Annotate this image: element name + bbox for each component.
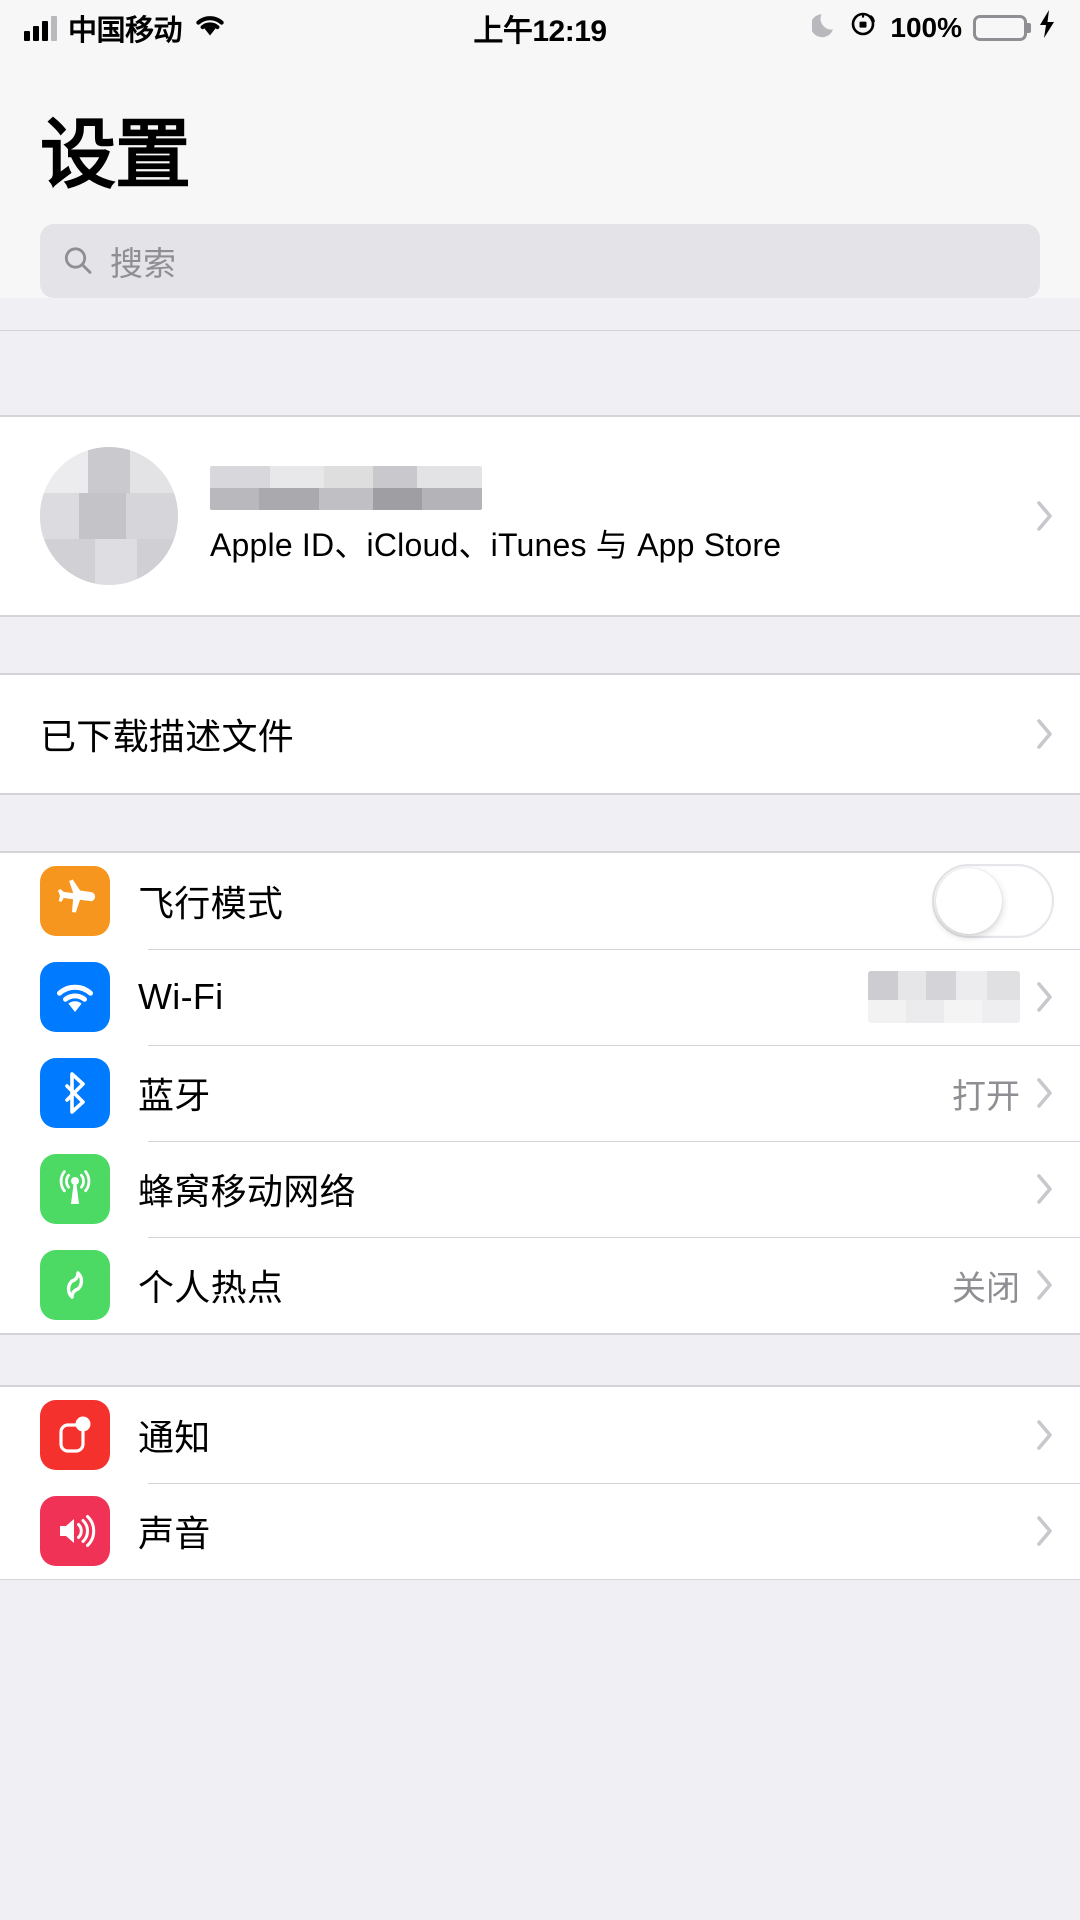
search-input[interactable]: 搜索 [40,224,1040,298]
wifi-network-name-redacted [868,971,1020,1023]
chevron-right-icon [1036,718,1054,750]
chevron-right-icon [1036,981,1054,1013]
wifi-icon [193,11,227,45]
chevron-right-icon [1036,1173,1054,1205]
apple-id-subtitle: Apple ID、iCloud、iTunes 与 App Store [210,527,782,563]
row-accessory: 打开 [952,1069,1054,1118]
settings-scroll-view[interactable]: 设置 搜索 Apple ID、iCloud、iTunes 与 App Store… [0,56,1080,1920]
section-gap [0,616,1080,674]
alerts-group: 通知 声音 [0,1386,1080,1580]
row-airplane-mode[interactable]: 飞行模式 [0,853,1080,949]
personal-hotspot-icon [40,1250,110,1320]
battery-icon [973,15,1027,41]
notifications-icon [40,1400,110,1470]
section-gap [0,330,1080,416]
account-name-redacted [210,466,482,510]
network-group: 飞行模式 Wi-Fi 蓝牙 打开 蜂窝移动网络 个人热点 关闭 [0,852,1080,1334]
cellular-signal-icon [24,15,57,41]
rotation-lock-icon [849,9,879,47]
row-label: 飞行模式 [138,883,284,924]
status-bar-left: 中国移动 [24,7,227,49]
apple-id-text: Apple ID、iCloud、iTunes 与 App Store [210,466,781,566]
page-title: 设置 [40,113,191,198]
row-label: 声音 [138,1513,211,1554]
row-downloaded-profile[interactable]: 已下载描述文件 [0,675,1080,793]
row-label: Wi-Fi [138,976,224,1017]
row-accessory [1020,1173,1054,1205]
row-bluetooth[interactable]: 蓝牙 打开 [0,1045,1080,1141]
apple-id-accessory [1036,500,1054,532]
avatar [40,447,178,585]
chevron-right-icon [1036,500,1054,532]
row-label: 已下载描述文件 [40,716,295,757]
row-value: 关闭 [952,1269,1020,1308]
row-label: 蜂窝移动网络 [138,1171,356,1212]
avatar-mosaic [40,447,178,585]
wifi-icon [40,962,110,1032]
chevron-right-icon [1036,1515,1054,1547]
section-gap [0,794,1080,852]
chevron-right-icon [1036,1077,1054,1109]
row-value: 打开 [952,1077,1020,1116]
status-bar-right: 100% [811,9,1056,47]
row-cellular[interactable]: 蜂窝移动网络 [0,1141,1080,1237]
section-gap [0,1334,1080,1386]
airplane-mode-toggle[interactable] [932,864,1054,938]
sounds-speaker-icon [40,1496,110,1566]
row-label: 蓝牙 [138,1075,211,1116]
bluetooth-icon [40,1058,110,1128]
search-icon [62,245,94,277]
battery-percent-label: 100% [890,12,962,43]
apple-id-row[interactable]: Apple ID、iCloud、iTunes 与 App Store [0,417,1080,615]
search-placeholder: 搜索 [110,245,176,282]
lightning-bolt-charging-icon [1038,9,1056,47]
chevron-right-icon [1036,1269,1054,1301]
status-bar: 中国移动 上午12:19 100% [0,0,1080,56]
row-accessory [1020,1419,1054,1451]
row-accessory: 关闭 [952,1261,1054,1310]
row-accessory [932,864,1054,938]
account-group: Apple ID、iCloud、iTunes 与 App Store [0,416,1080,616]
row-accessory [1036,718,1054,750]
row-personal-hotspot[interactable]: 个人热点 关闭 [0,1237,1080,1333]
profiles-group: 已下载描述文件 [0,674,1080,794]
settings-header: 设置 搜索 [0,56,1080,298]
row-wifi[interactable]: Wi-Fi [0,949,1080,1045]
row-label: 通知 [138,1417,211,1458]
row-notifications[interactable]: 通知 [0,1387,1080,1483]
cellular-antenna-icon [40,1154,110,1224]
airplane-icon [40,866,110,936]
row-accessory [868,971,1054,1023]
status-bar-clock: 上午12:19 [473,15,607,48]
chevron-right-icon [1036,1419,1054,1451]
carrier-label: 中国移动 [68,15,183,47]
row-label: 个人热点 [138,1267,284,1308]
row-sounds[interactable]: 声音 [0,1483,1080,1579]
moon-do-not-disturb-icon [811,10,838,46]
row-accessory [1020,1515,1054,1547]
